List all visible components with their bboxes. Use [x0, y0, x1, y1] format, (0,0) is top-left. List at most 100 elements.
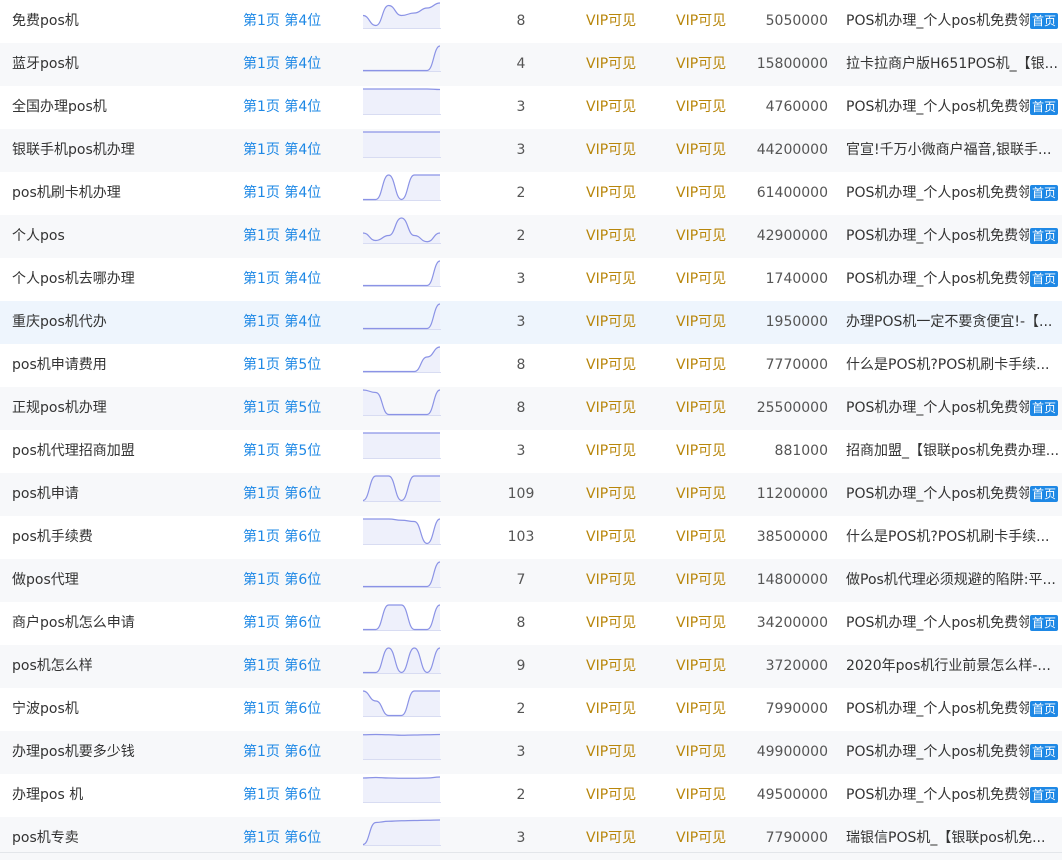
trend-cell [363, 0, 441, 43]
vip-locked-value[interactable]: VIP可见 [676, 43, 746, 86]
vip-locked-value[interactable]: VIP可见 [676, 387, 746, 430]
rank-link[interactable]: 第1页 第4位 [243, 215, 353, 258]
vip-locked-value[interactable]: VIP可见 [586, 602, 656, 645]
page-title-link[interactable]: POS机办理_个人pos机免费领 首页 [846, 731, 1062, 774]
vip-locked-value[interactable]: VIP可见 [586, 215, 656, 258]
vip-locked-value[interactable]: VIP可见 [676, 817, 746, 860]
rank-link[interactable]: 第1页 第4位 [243, 172, 353, 215]
rank-link[interactable]: 第1页 第6位 [243, 688, 353, 731]
rank-link[interactable]: 第1页 第6位 [243, 559, 353, 602]
page-title-link[interactable]: 瑞银信POS机_【银联pos机免... [846, 817, 1062, 860]
page-title-link[interactable]: 招商加盟_【银联pos机免费办理... [846, 430, 1062, 473]
page-title-link[interactable]: POS机办理_个人pos机免费领 首页 [846, 387, 1062, 430]
vip-locked-value[interactable]: VIP可见 [676, 602, 746, 645]
vip-locked-value[interactable]: VIP可见 [676, 0, 746, 43]
page-title-link[interactable]: POS机办理_个人pos机免费领 首页 [846, 0, 1062, 43]
rank-link[interactable]: 第1页 第6位 [243, 602, 353, 645]
vip-locked-value[interactable]: VIP可见 [586, 559, 656, 602]
page-title-link[interactable]: 什么是POS机?POS机刷卡手续... [846, 516, 1062, 559]
vip-locked-value[interactable]: VIP可见 [586, 172, 656, 215]
table-row: pos机申请 第1页 第6位 109 VIP可见 VIP可见 11200000 POS机办理… [0, 473, 1062, 516]
page-title-link[interactable]: POS机办理_个人pos机免费领 首页 [846, 774, 1062, 817]
rank-link[interactable]: 第1页 第5位 [243, 430, 353, 473]
page-title-link[interactable]: POS机办理_个人pos机免费领 首页 [846, 258, 1062, 301]
keyword-cell: 重庆pos机代办 [12, 314, 107, 330]
rank-link[interactable]: 第1页 第6位 [243, 774, 353, 817]
vip-locked-value[interactable]: VIP可见 [676, 258, 746, 301]
rank-link[interactable]: 第1页 第6位 [243, 817, 353, 860]
volume-cell: 61400000 [756, 185, 828, 201]
page-title-text: POS机办理_个人pos机免费领 [846, 486, 1029, 502]
rank-link[interactable]: 第1页 第4位 [243, 0, 353, 43]
vip-locked-value[interactable]: VIP可见 [586, 688, 656, 731]
page-title-link[interactable]: POS机办理_个人pos机免费领 首页 [846, 172, 1062, 215]
table-row: 办理pos机要多少钱 第1页 第6位 3 VIP可见 VIP可见 49900000 POS机… [0, 731, 1062, 774]
rank-link[interactable]: 第1页 第4位 [243, 301, 353, 344]
rank-link[interactable]: 第1页 第4位 [243, 86, 353, 129]
vip-locked-value[interactable]: VIP可见 [586, 0, 656, 43]
rank-link[interactable]: 第1页 第6位 [243, 645, 353, 688]
vip-locked-value[interactable]: VIP可见 [676, 645, 746, 688]
vip-locked-value[interactable]: VIP可见 [586, 344, 656, 387]
vip-locked-value[interactable]: VIP可见 [586, 43, 656, 86]
vip-locked-value[interactable]: VIP可见 [676, 430, 746, 473]
keyword-cell: pos机手续费 [12, 529, 93, 545]
rank-link[interactable]: 第1页 第5位 [243, 387, 353, 430]
vip-locked-value[interactable]: VIP可见 [586, 817, 656, 860]
vip-locked-value[interactable]: VIP可见 [676, 516, 746, 559]
vip-locked-value[interactable]: VIP可见 [586, 387, 656, 430]
rank-link[interactable]: 第1页 第5位 [243, 344, 353, 387]
vip-locked-value[interactable]: VIP可见 [586, 301, 656, 344]
page-title-link[interactable]: POS机办理_个人pos机免费领 首页 [846, 473, 1062, 516]
rank-link[interactable]: 第1页 第4位 [243, 129, 353, 172]
vip-locked-value[interactable]: VIP可见 [676, 731, 746, 774]
vip-locked-value[interactable]: VIP可见 [586, 258, 656, 301]
vip-locked-value[interactable]: VIP可见 [676, 301, 746, 344]
homepage-badge: 首页 [1029, 615, 1058, 631]
vip-locked-value[interactable]: VIP可见 [586, 473, 656, 516]
page-title-link[interactable]: POS机办理_个人pos机免费领 首页 [846, 215, 1062, 258]
keyword-cell: pos机代理招商加盟 [12, 443, 135, 459]
index-cell: 103 [507, 529, 535, 545]
vip-locked-value[interactable]: VIP可见 [586, 774, 656, 817]
rank-link[interactable]: 第1页 第4位 [243, 258, 353, 301]
page-title-link[interactable]: 拉卡拉商户版H651POS机_【银... [846, 43, 1062, 86]
vip-locked-value[interactable]: VIP可见 [586, 86, 656, 129]
vip-locked-value[interactable]: VIP可见 [676, 344, 746, 387]
page-title-link[interactable]: 做Pos机代理必须规避的陷阱:平... [846, 559, 1062, 602]
rank-link[interactable]: 第1页 第4位 [243, 43, 353, 86]
vip-locked-value[interactable]: VIP可见 [586, 129, 656, 172]
vip-locked-value[interactable]: VIP可见 [586, 731, 656, 774]
vip-locked-value[interactable]: VIP可见 [676, 129, 746, 172]
trend-sparkline [363, 690, 441, 717]
homepage-badge: 首页 [1029, 185, 1058, 201]
vip-locked-value[interactable]: VIP可见 [676, 688, 746, 731]
vip-locked-value[interactable]: VIP可见 [676, 473, 746, 516]
page-title-link[interactable]: 官宣!千万小微商户福音,银联手... [846, 129, 1062, 172]
vip-locked-value[interactable]: VIP可见 [586, 430, 656, 473]
trend-cell [363, 559, 441, 602]
vip-locked-value[interactable]: VIP可见 [676, 774, 746, 817]
trend-sparkline [363, 217, 441, 244]
page-title-link[interactable]: POS机办理_个人pos机免费领 首页 [846, 602, 1062, 645]
vip-locked-value[interactable]: VIP可见 [676, 172, 746, 215]
rank-link[interactable]: 第1页 第6位 [243, 731, 353, 774]
index-cell: 8 [516, 357, 526, 373]
rank-link[interactable]: 第1页 第6位 [243, 473, 353, 516]
index-cell: 109 [507, 486, 535, 502]
page-title-link[interactable]: 2020年pos机行业前景怎么样-... [846, 645, 1062, 688]
vip-locked-value[interactable]: VIP可见 [586, 645, 656, 688]
page-title-link[interactable]: 办理POS机一定不要贪便宜!-【... [846, 301, 1062, 344]
rank-link[interactable]: 第1页 第6位 [243, 516, 353, 559]
vip-locked-value[interactable]: VIP可见 [676, 215, 746, 258]
trend-area [363, 175, 440, 201]
vip-locked-value[interactable]: VIP可见 [676, 86, 746, 129]
table-row: 免费pos机 第1页 第4位 8 VIP可见 VIP可见 5050000 POS机办理_个人… [0, 0, 1062, 43]
page-title-link[interactable]: POS机办理_个人pos机免费领 首页 [846, 86, 1062, 129]
page-title-link[interactable]: POS机办理_个人pos机免费领 首页 [846, 688, 1062, 731]
homepage-badge: 首页 [1029, 400, 1058, 416]
table-row: 办理pos 机 第1页 第6位 2 VIP可见 VIP可见 49500000 POS机办理_… [0, 774, 1062, 817]
vip-locked-value[interactable]: VIP可见 [676, 559, 746, 602]
page-title-link[interactable]: 什么是POS机?POS机刷卡手续... [846, 344, 1062, 387]
vip-locked-value[interactable]: VIP可见 [586, 516, 656, 559]
